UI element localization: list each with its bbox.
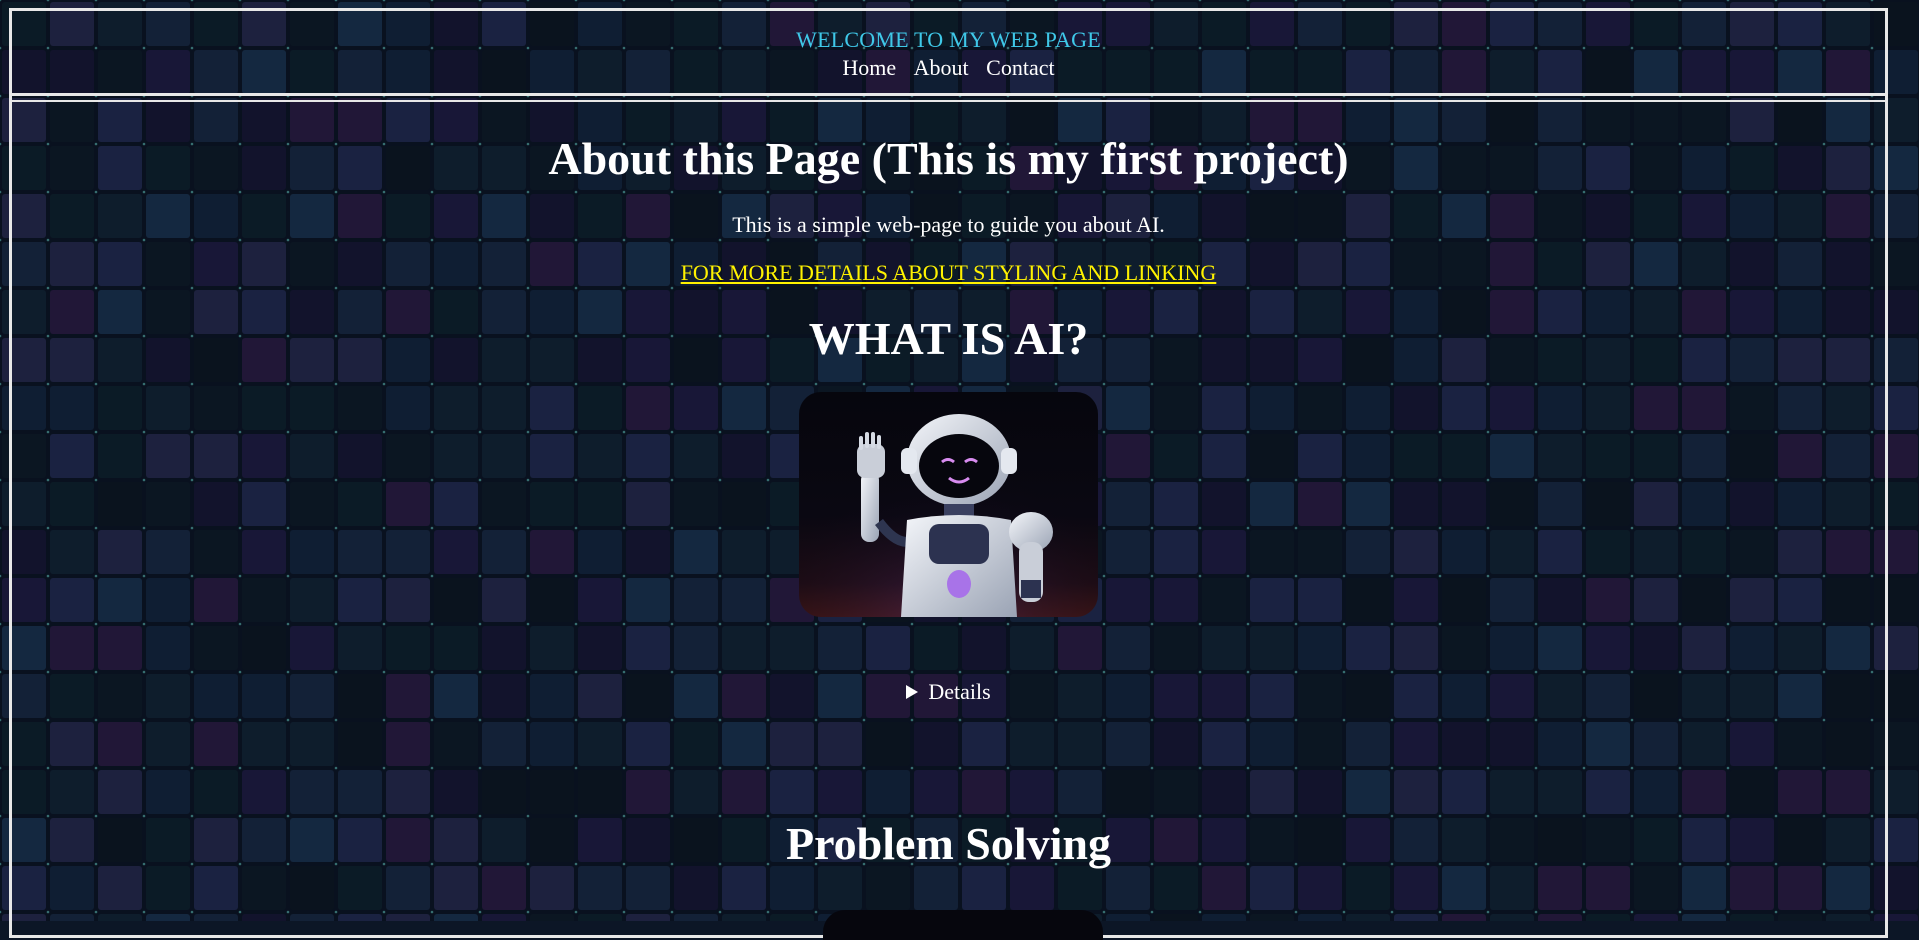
main-nav: Home About Contact bbox=[12, 55, 1885, 81]
site-header: WELCOME TO MY WEB PAGE Home About Contac… bbox=[12, 11, 1885, 96]
robot-image bbox=[799, 392, 1098, 617]
nav-about-link[interactable]: About bbox=[914, 55, 969, 80]
nav-home-link[interactable]: Home bbox=[842, 55, 896, 80]
problem-solving-heading: Problem Solving bbox=[785, 818, 1111, 869]
details-label: Details bbox=[928, 679, 991, 704]
problem-image bbox=[823, 910, 1103, 940]
about-description: This is a simple web-page to guide you a… bbox=[732, 212, 1165, 237]
about-heading: About this Page (This is my first projec… bbox=[548, 133, 1349, 184]
main-content: About this Page (This is my first projec… bbox=[12, 102, 1885, 940]
disclosure-triangle-icon bbox=[906, 685, 919, 699]
site-title: WELCOME TO MY WEB PAGE bbox=[796, 27, 1101, 52]
ai-heading: WHAT IS AI? bbox=[808, 313, 1089, 364]
styling-details-link[interactable]: FOR MORE DETAILS ABOUT STYLING AND LINKI… bbox=[681, 260, 1217, 286]
details-toggle[interactable]: Details bbox=[906, 679, 991, 705]
nav-contact-link[interactable]: Contact bbox=[986, 55, 1054, 80]
